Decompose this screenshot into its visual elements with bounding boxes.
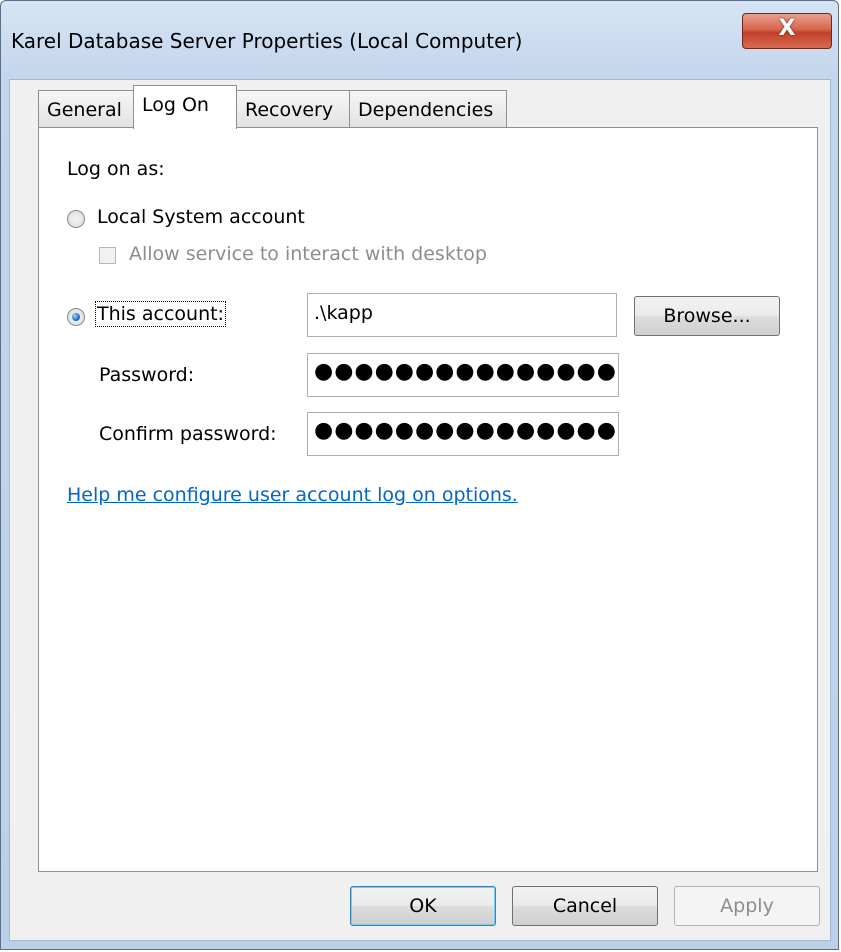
password-label: Password: [99,364,195,386]
tab-log-on[interactable]: Log On [133,85,237,129]
properties-window: Karel Database Server Properties (Local … [0,0,839,950]
confirm-password-input[interactable]: ●●●●●●●●●●●●●●● [307,412,619,456]
ok-button[interactable]: OK [350,886,496,926]
dialog-client-area: General Log On Recovery Dependencies Log… [9,79,831,941]
password-input[interactable]: ●●●●●●●●●●●●●●● [307,353,619,397]
this-account-label[interactable]: This account: [95,301,226,327]
window-title: Karel Database Server Properties (Local … [11,29,523,53]
interact-desktop-label: Allow service to interact with desktop [129,243,487,265]
cancel-button[interactable]: Cancel [512,886,658,926]
log-on-as-label: Log on as: [67,158,165,180]
title-bar[interactable]: Karel Database Server Properties (Local … [1,1,840,79]
tab-recovery[interactable]: Recovery [236,90,350,128]
log-on-panel: Log on as: Local System account Allow se… [38,127,818,872]
tab-dependencies[interactable]: Dependencies [349,90,507,128]
interact-desktop-checkbox[interactable] [99,247,116,264]
tab-general[interactable]: General [38,90,134,128]
local-system-radio[interactable] [67,210,85,228]
apply-button[interactable]: Apply [674,886,820,926]
browse-button[interactable]: Browse... [634,296,780,336]
tab-label: Log On [142,94,209,116]
close-icon: X [778,16,796,41]
confirm-password-label: Confirm password: [99,423,277,445]
close-button[interactable]: X [742,13,832,49]
help-configure-link[interactable]: Help me configure user account log on op… [67,484,518,506]
this-account-radio[interactable] [67,308,85,326]
tab-label: Recovery [245,99,334,121]
tab-label: Dependencies [358,99,494,121]
account-input[interactable]: .\kapp [307,293,617,337]
local-system-label[interactable]: Local System account [97,206,305,228]
tab-label: General [47,99,122,121]
